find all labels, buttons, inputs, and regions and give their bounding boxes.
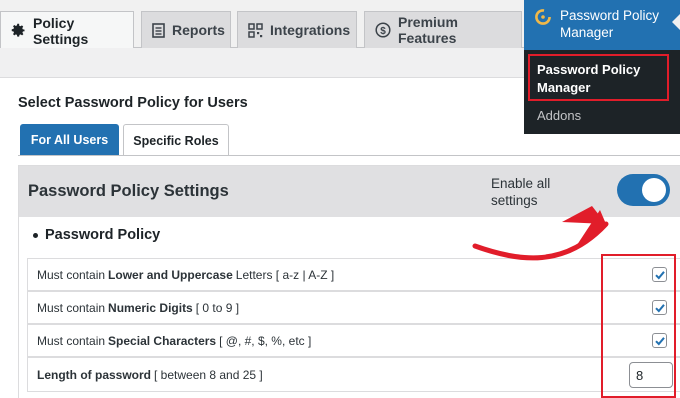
wp-menu-top-item[interactable]: Password Policy Manager: [524, 0, 680, 50]
rule-bold: Lower and Uppercase: [108, 267, 233, 282]
wp-menu-top-label: Password Policy Manager: [560, 8, 660, 40]
highlight-box-menu: [528, 54, 669, 101]
rule-suffix: [ @, #, $, %, etc ]: [219, 333, 312, 348]
subtab-for-all-users[interactable]: For All Users: [20, 124, 119, 156]
settings-title: Password Policy Settings: [28, 182, 229, 200]
tab-integrations[interactable]: Integrations: [237, 11, 357, 48]
toggle-knob: [642, 178, 666, 202]
subtab-divider: [18, 155, 680, 156]
rule-suffix: [ between 8 and 25 ]: [154, 367, 263, 382]
tab-reports[interactable]: Reports: [141, 11, 231, 48]
rule-bold: Length of password: [37, 367, 151, 382]
policy-settings-box: Password Policy Settings Enable all sett…: [18, 165, 680, 398]
rule-bold: Numeric Digits: [108, 300, 193, 315]
bullet-icon: [33, 232, 38, 238]
rule-suffix: [ 0 to 9 ]: [195, 300, 240, 315]
gear-icon: [11, 23, 26, 39]
document-icon: [152, 22, 165, 38]
settings-header: Password Policy Settings Enable all sett…: [19, 166, 680, 217]
rule-row-digits: Must contain Numeric Digits [ 0 to 9 ]: [27, 291, 680, 324]
rule-suffix: Letters [ a-z | A-Z ]: [235, 267, 335, 282]
tab-label: Integrations: [270, 22, 351, 38]
menu-caret-icon: [672, 14, 680, 30]
enable-all-toggle[interactable]: [617, 174, 670, 206]
wp-submenu-addons[interactable]: Addons: [537, 108, 581, 123]
rule-row-special: Must contain Special Characters [ @, #, …: [27, 324, 680, 357]
subtab-specific-roles[interactable]: Specific Roles: [123, 124, 229, 156]
highlight-box-controls: [601, 254, 676, 398]
rule-bold: Special Characters: [108, 333, 217, 348]
rule-row-length: Length of password [ between 8 and 25 ]: [27, 357, 680, 392]
policy-heading-label: Password Policy: [45, 227, 161, 243]
tab-label: Reports: [172, 22, 225, 38]
plugin-logo-icon: [534, 8, 552, 26]
rule-prefix: Must contain: [37, 333, 106, 348]
wp-admin-menu: Password Policy Manager Password Policy …: [524, 0, 680, 134]
tab-label: Policy Settings: [33, 14, 89, 47]
section-title: Select Password Policy for Users: [18, 95, 248, 111]
svg-text:$: $: [380, 26, 386, 37]
dollar-icon: $: [375, 22, 391, 38]
enable-all-label: Enable all settings: [491, 176, 551, 208]
grid-icon: [248, 22, 263, 38]
tab-policy-settings[interactable]: Policy Settings: [0, 11, 134, 49]
rule-row-letters: Must contain Lower and Uppercase Letters…: [27, 258, 680, 291]
rule-prefix: Must contain: [37, 267, 106, 282]
tab-premium-features[interactable]: $ Premium Features: [364, 11, 522, 48]
tab-label: Premium Features: [398, 14, 458, 46]
password-policy-heading: Password Policy: [33, 227, 160, 243]
rule-prefix: Must contain: [37, 300, 106, 315]
